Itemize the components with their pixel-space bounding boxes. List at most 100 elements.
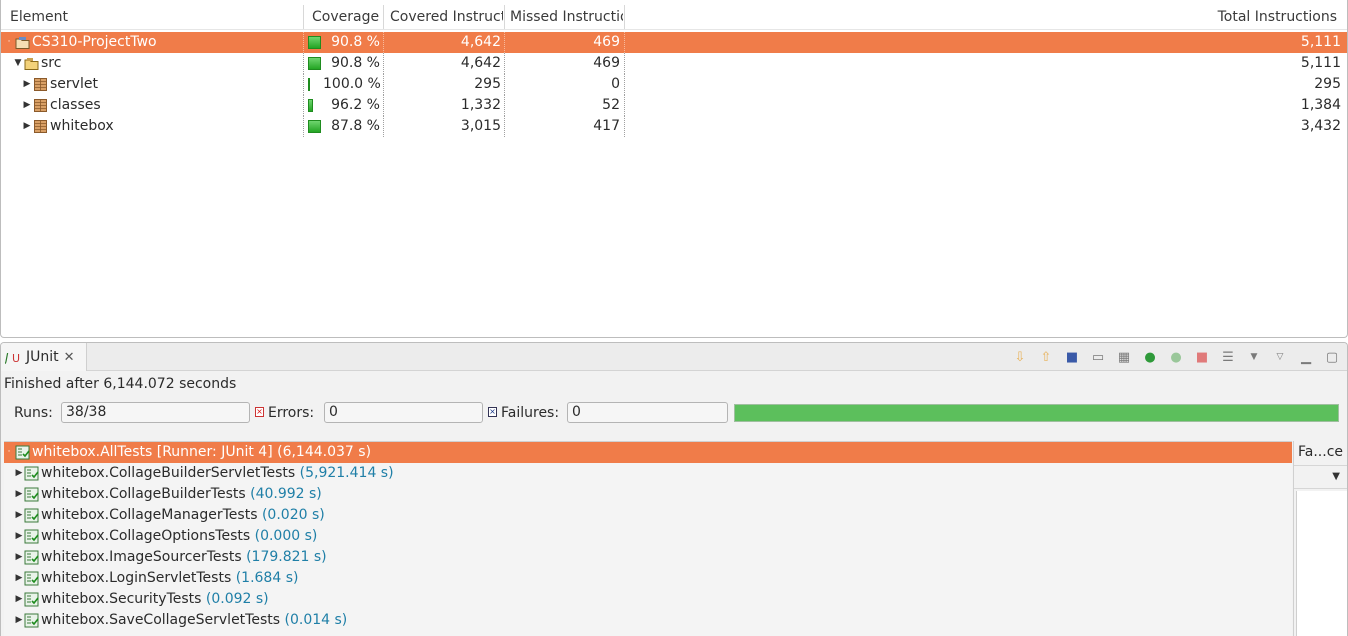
runs-field: 38/38 [61,402,250,423]
test-label: whitebox.CollageOptionsTests (0.000 s) [41,526,317,547]
coverage-bar [308,120,321,133]
test-label: whitebox.SecurityTests (0.092 s) [41,589,269,610]
column-header-covered-instructions[interactable]: Covered Instruct [390,5,503,29]
rerun-failed-first-icon[interactable]: ● [1167,348,1185,366]
test-class-success-icon [24,466,39,481]
failure-trace-dropdown[interactable]: ▼ [1294,465,1347,489]
coverage-bar [308,78,310,91]
minimize-icon[interactable]: ▁ [1297,348,1315,366]
test-class-name: whitebox.CollageBuilderTests [41,486,246,502]
collapse-toggle-icon[interactable]: · [4,32,14,53]
element-label: classes [50,97,101,113]
test-class-success-icon [24,613,39,628]
failure-icon: × [488,407,497,417]
missed-instructions: 52 [602,97,620,113]
collapsed-arrow-icon[interactable]: ▶ [14,610,24,631]
next-failure-icon[interactable]: ⇩ [1011,348,1029,366]
test-duration: (179.821 s) [246,549,327,565]
collapsed-arrow-icon[interactable]: ▶ [14,463,24,484]
collapsed-arrow-icon[interactable]: ▶ [14,568,24,589]
missed-instructions: 469 [593,55,620,71]
test-class-row[interactable]: ▶ whitebox.CollageBuilderTests (40.992 s) [4,484,1292,505]
test-duration: (0.014 s) [284,612,348,628]
missed-instructions: 469 [593,34,620,50]
test-history-icon[interactable]: ▦ [1115,348,1133,366]
layout-icon[interactable]: ☰ [1219,348,1237,366]
collapsed-arrow-icon[interactable]: ▶ [14,505,24,526]
coverage-bar [308,99,313,112]
column-header-missed-instructions[interactable]: Missed Instructio [510,5,623,29]
collapsed-arrow-icon[interactable]: ▶ [22,74,32,95]
test-duration: (0.020 s) [261,507,325,523]
test-class-success-icon [24,487,39,502]
failure-trace-label: Fa...ce [1298,444,1344,460]
previous-failure-icon[interactable]: ⇧ [1037,348,1055,366]
coverage-row-classes[interactable]: ▶ classes 96.2 % 1,332 52 1,384 [1,95,1347,116]
show-failures-only-icon[interactable]: ■ [1063,348,1081,366]
test-label: whitebox.CollageManagerTests (0.020 s) [41,505,325,526]
column-header-coverage[interactable]: Coverage [312,5,380,29]
chevron-down-icon: ▼ [1332,471,1340,482]
tab-junit[interactable]: J U JUnit ✕ [1,343,87,371]
test-class-success-icon [24,571,39,586]
close-icon[interactable]: ✕ [64,350,75,365]
collapsed-arrow-icon[interactable]: ▶ [14,526,24,547]
element-label: CS310-ProjectTwo [32,34,157,50]
test-label: whitebox.LoginServletTests (1.684 s) [41,568,298,589]
failure-trace-content [1296,491,1347,636]
coverage-row-project[interactable]: · CS310-ProjectTwo 90.8 % 4,642 469 5,11… [1,32,1347,53]
test-class-row[interactable]: ▶ whitebox.CollageOptionsTests (0.000 s) [4,526,1292,547]
expanded-arrow-icon[interactable]: ▼ [13,53,23,74]
total-instructions: 3,432 [1300,118,1341,134]
test-label: whitebox.CollageBuilderTests (40.992 s) [41,484,322,505]
test-class-row[interactable]: ▶ whitebox.LoginServletTests (1.684 s) [4,568,1292,589]
failure-trace-pane: Fa...ce ▼ [1293,441,1347,636]
collapse-toggle-icon[interactable]: · [4,442,14,463]
covered-instructions: 4,642 [460,34,501,50]
test-class-row[interactable]: ▶ whitebox.CollageManagerTests (0.020 s) [4,505,1292,526]
collapsed-arrow-icon[interactable]: ▶ [14,484,24,505]
test-class-name: whitebox.ImageSourcerTests [41,549,242,565]
collapsed-arrow-icon[interactable]: ▶ [22,116,32,137]
collapsed-arrow-icon[interactable]: ▶ [14,589,24,610]
column-header-total-instructions[interactable]: Total Instructions [1137,5,1337,29]
junit-icon: J U [5,351,20,365]
test-class-name: whitebox.LoginServletTests [41,570,232,586]
coverage-row-servlet[interactable]: ▶ servlet 100.0 % 295 0 295 [1,74,1347,95]
test-duration: (1.684 s) [235,570,299,586]
junit-view: J U JUnit ✕ ⇩ ⇧ ■ ▭ ▦ ● ● ■ ☰ ▼ ▽ ▁ ▢ Fi… [0,342,1348,636]
collapsed-arrow-icon[interactable]: ▶ [22,95,32,116]
package-icon [34,99,47,112]
test-class-row[interactable]: ▶ whitebox.SecurityTests (0.092 s) [4,589,1292,610]
stop-icon[interactable]: ■ [1193,348,1211,366]
element-label: whitebox [50,118,114,134]
status-message: Finished after 6,144.072 seconds [4,376,237,392]
column-header-element[interactable]: Element [10,5,300,29]
test-class-name: whitebox.SaveCollageServletTests [41,612,281,628]
failures-label: Failures: [501,405,560,421]
coverage-bar [308,57,321,70]
view-menu-icon[interactable]: ▽ [1271,348,1289,366]
test-class-success-icon [24,550,39,565]
test-suite-row[interactable]: · whitebox.AllTests [Runner: JUnit 4] (6… [4,442,1292,463]
junit-toolbar: ⇩ ⇧ ■ ▭ ▦ ● ● ■ ☰ ▼ ▽ ▁ ▢ [1011,346,1341,368]
missed-instructions: 417 [593,118,620,134]
coverage-percent: 96.2 % [331,97,380,113]
coverage-table-header: Element Coverage Covered Instruct Missed… [1,5,1347,30]
coverage-row-src[interactable]: ▼ src 90.8 % 4,642 469 5,111 [1,53,1347,74]
test-suite-success-icon [15,445,30,460]
test-label: whitebox.ImageSourcerTests (179.821 s) [41,547,327,568]
scroll-lock-icon[interactable]: ▭ [1089,348,1107,366]
total-instructions: 295 [1314,76,1341,92]
svg-text:U: U [12,352,20,365]
package-icon [34,120,47,133]
coverage-row-whitebox[interactable]: ▶ whitebox 87.8 % 3,015 417 3,432 [1,116,1347,137]
test-class-row[interactable]: ▶ whitebox.CollageBuilderServletTests (5,… [4,463,1292,484]
maximize-icon[interactable]: ▢ [1323,348,1341,366]
rerun-test-icon[interactable]: ● [1141,348,1159,366]
dropdown-arrow-icon[interactable]: ▼ [1245,348,1263,366]
test-class-row[interactable]: ▶ whitebox.ImageSourcerTests (179.821 s) [4,547,1292,568]
collapsed-arrow-icon[interactable]: ▶ [14,547,24,568]
test-duration: (0.092 s) [205,591,269,607]
test-class-row[interactable]: ▶ whitebox.SaveCollageServletTests (0.014… [4,610,1292,631]
